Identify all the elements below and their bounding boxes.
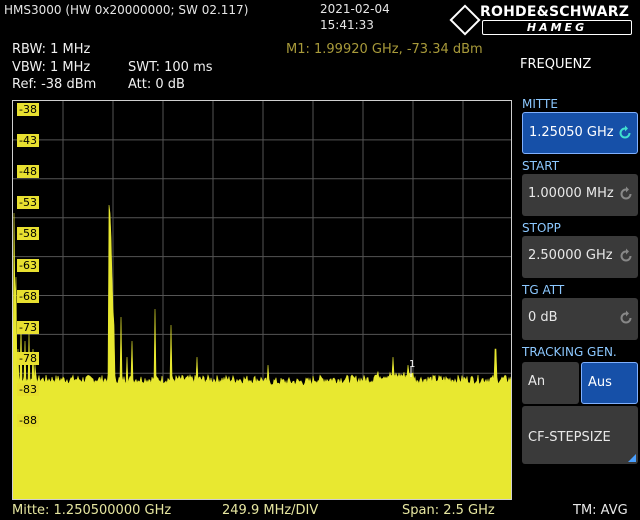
- spectrum-graph[interactable]: 1 -38 -43 -48 -53 -58 -63 -68 -73 -78 -83 -88: [12, 100, 512, 500]
- spectrum-svg: 1: [13, 101, 511, 499]
- tgatt-value: 0 dB: [528, 310, 558, 325]
- y-tick-label: -63: [17, 258, 39, 272]
- start-heading: START: [522, 159, 560, 173]
- att-text: Att: 0 dB: [128, 77, 185, 92]
- rotate-knob-icon: [620, 248, 632, 262]
- submenu-corner-icon: [628, 454, 636, 462]
- marker-readout: M1: 1.99920 GHz, -73.34 dBm: [286, 42, 483, 57]
- brand-bottom: HAMEG: [482, 20, 632, 35]
- y-tick-label: -43: [17, 134, 39, 148]
- cf-stepsize-button[interactable]: CF-STEPSIZE: [522, 406, 638, 464]
- stopp-heading: STOPP: [522, 221, 561, 235]
- rbw-text: RBW: 1 MHz: [12, 42, 91, 57]
- device-info: HMS3000 (HW 0x20000000; SW 02.117): [4, 3, 249, 17]
- span-text: Span: 2.5 GHz: [402, 503, 495, 518]
- ref-text: Ref: -38 dBm: [12, 77, 97, 92]
- y-tick-label: -68: [17, 289, 39, 303]
- trace-mode-text: TM: AVG: [573, 503, 628, 518]
- rotate-knob-icon: [620, 186, 632, 200]
- center-freq-text: Mitte: 1.250500000 GHz: [12, 503, 172, 518]
- y-tick-label: -48: [17, 165, 39, 179]
- tracking-on-option[interactable]: An: [522, 362, 579, 404]
- cf-stepsize-label: CF-STEPSIZE: [528, 430, 611, 445]
- start-value: 1.00000 MHz: [528, 186, 614, 201]
- brand-top: ROHDE&SCHWARZ: [480, 4, 630, 20]
- time-text: 15:41:33: [320, 18, 374, 32]
- brand-logo: ROHDE&SCHWARZ HAMEG: [449, 4, 636, 36]
- rs-emblem-icon: [449, 4, 481, 36]
- stopp-button[interactable]: 2.50000 GHz: [522, 236, 638, 278]
- mitte-button[interactable]: 1.25050 GHz: [522, 112, 638, 154]
- tracking-off-option[interactable]: Aus: [581, 362, 638, 404]
- tgatt-button[interactable]: 0 dB: [522, 298, 638, 340]
- vbw-text: VBW: 1 MHz: [12, 60, 91, 75]
- tgatt-heading: TG ATT: [522, 283, 565, 297]
- mitte-value: 1.25050 GHz: [529, 125, 614, 140]
- mitte-heading: MITTE: [522, 97, 558, 111]
- y-tick-label: -73: [17, 320, 39, 334]
- swt-text: SWT: 100 ms: [128, 60, 213, 75]
- menu-title: FREQUENZ: [520, 57, 592, 72]
- y-tick-label: -53: [17, 196, 39, 210]
- y-tick-label: -83: [17, 382, 39, 396]
- date-text: 2021-02-04: [320, 2, 390, 16]
- stopp-value: 2.50000 GHz: [528, 248, 613, 263]
- y-tick-label: -38: [17, 103, 39, 116]
- tracking-off-label: Aus: [588, 375, 612, 390]
- start-button[interactable]: 1.00000 MHz: [522, 174, 638, 216]
- div-text: 249.9 MHz/DIV: [222, 503, 319, 518]
- tracking-heading: TRACKING GEN.: [522, 345, 617, 359]
- rotate-knob-icon: [620, 310, 632, 324]
- rotate-knob-icon: [619, 125, 631, 139]
- y-tick-label: -78: [17, 351, 39, 365]
- y-tick-label: -88: [17, 414, 39, 427]
- marker-label: 1: [409, 359, 415, 370]
- y-tick-label: -58: [17, 227, 39, 241]
- tracking-on-label: An: [528, 374, 546, 389]
